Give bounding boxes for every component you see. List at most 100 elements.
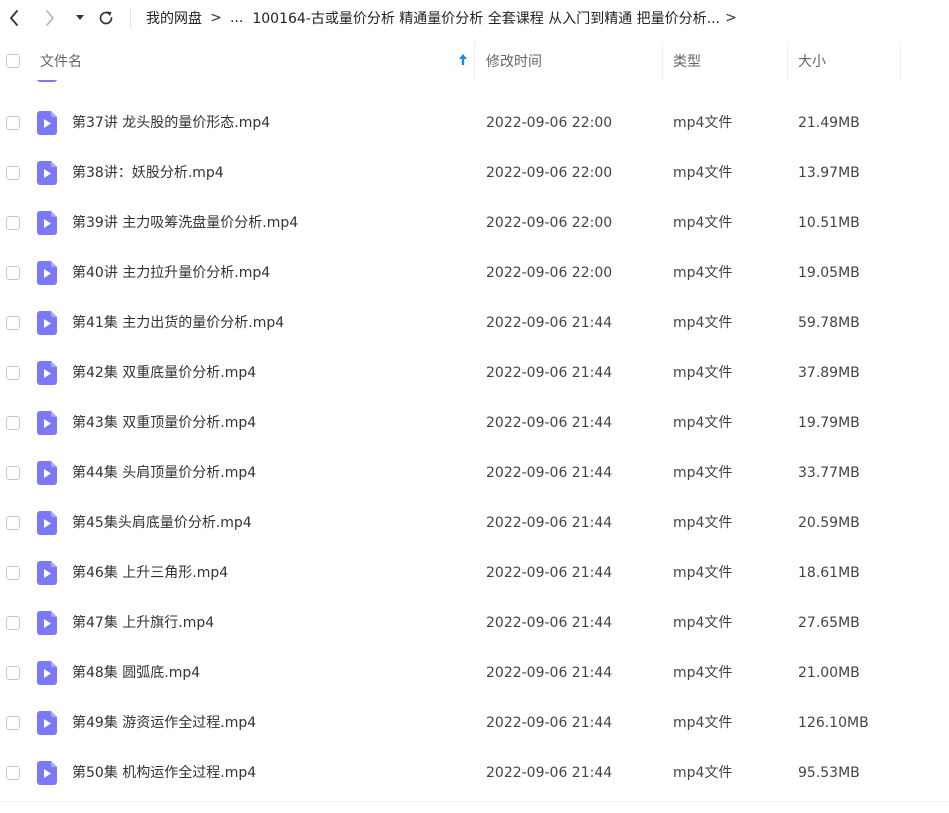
column-header-name[interactable]: 文件名 — [30, 42, 475, 80]
row-checkbox[interactable] — [6, 766, 20, 780]
table-row[interactable]: 第46集 上升三角形.mp4 2022-09-06 21:44 mp4文件 18.61… — [0, 548, 949, 598]
table-row[interactable]: 第43集 双重顶量价分析.mp4 2022-09-06 21:44 mp4文件 19.… — [0, 398, 949, 448]
column-header-size[interactable]: 大小 — [788, 42, 901, 80]
file-size: 126.10MB — [798, 715, 869, 731]
table-row[interactable]: 第50集 机构运作全过程.mp4 2022-09-06 21:44 mp4文件 95.… — [0, 748, 949, 798]
video-file-icon — [37, 211, 57, 235]
row-checkbox[interactable] — [6, 366, 20, 380]
column-header-size-label: 大小 — [798, 54, 826, 70]
breadcrumb-current-folder[interactable]: 100164-古或量价分析 精通量价分析 全套课程 从入门到精通 把量价分析..… — [252, 8, 720, 28]
file-name[interactable]: 第38讲：妖股分析.mp4 — [72, 148, 224, 198]
column-header-type-label: 类型 — [673, 54, 701, 70]
file-size: 10.51MB — [798, 215, 860, 231]
file-type: mp4文件 — [673, 415, 733, 431]
row-checkbox[interactable] — [6, 216, 20, 230]
row-checkbox[interactable] — [6, 166, 20, 180]
row-checkbox[interactable] — [6, 666, 20, 680]
file-size: 27.65MB — [798, 615, 860, 631]
table-row[interactable]: 第40讲 主力拉升量价分析.mp4 2022-09-06 22:00 mp4文件 19… — [0, 248, 949, 298]
column-header-type[interactable]: 类型 — [663, 42, 788, 80]
video-file-icon — [37, 411, 57, 435]
file-type: mp4文件 — [673, 115, 733, 131]
breadcrumb-trailing-separator[interactable]: > — [720, 10, 742, 26]
video-file-icon — [37, 161, 57, 185]
file-name[interactable]: 第41集 主力出货的量价分析.mp4 — [72, 298, 284, 348]
table-row[interactable]: 第39讲 主力吸筹洗盘量价分析.mp4 2022-09-06 22:00 mp4文件… — [0, 198, 949, 248]
breadcrumb: 我的网盘 > ... 100164-古或量价分析 精通量价分析 全套课程 从入门… — [146, 0, 742, 36]
file-size: 19.05MB — [798, 265, 860, 281]
file-type: mp4文件 — [673, 715, 733, 731]
partial-table-row[interactable] — [0, 80, 949, 84]
breadcrumb-ellipsis[interactable]: ... — [230, 10, 243, 26]
row-checkbox[interactable] — [6, 516, 20, 530]
column-header-modified-label: 修改时间 — [486, 54, 542, 70]
file-type: mp4文件 — [673, 265, 733, 281]
file-name[interactable]: 第47集 上升旗行.mp4 — [72, 598, 214, 648]
table-row[interactable]: 第45集头肩底量价分析.mp4 2022-09-06 21:44 mp4文件 20.5… — [0, 498, 949, 548]
file-name[interactable]: 第40讲 主力拉升量价分析.mp4 — [72, 248, 270, 298]
file-modified-time: 2022-09-06 21:44 — [486, 715, 613, 731]
row-checkbox[interactable] — [6, 716, 20, 730]
row-checkbox[interactable] — [6, 316, 20, 330]
file-name[interactable]: 第37讲 龙头股的量价形态.mp4 — [72, 98, 270, 148]
nav-divider — [130, 8, 131, 28]
file-name[interactable]: 第50集 机构运作全过程.mp4 — [72, 748, 256, 798]
column-header-modified[interactable]: 修改时间 — [475, 42, 663, 80]
video-file-icon — [37, 611, 57, 635]
file-type: mp4文件 — [673, 165, 733, 181]
file-name[interactable]: 第39讲 主力吸筹洗盘量价分析.mp4 — [72, 198, 298, 248]
file-type: mp4文件 — [673, 515, 733, 531]
video-file-icon — [37, 311, 57, 335]
file-name[interactable]: 第45集头肩底量价分析.mp4 — [72, 498, 252, 548]
file-name[interactable]: 第48集 圆弧底.mp4 — [72, 648, 200, 698]
file-modified-time: 2022-09-06 22:00 — [486, 215, 613, 231]
refresh-icon — [99, 11, 113, 25]
file-name[interactable]: 第44集 头肩顶量价分析.mp4 — [72, 448, 256, 498]
file-type: mp4文件 — [673, 315, 733, 331]
table-row[interactable]: 第49集 游资运作全过程.mp4 2022-09-06 21:44 mp4文件 126… — [0, 698, 949, 748]
table-row[interactable]: 第47集 上升旗行.mp4 2022-09-06 21:44 mp4文件 27.65M… — [0, 598, 949, 648]
row-checkbox[interactable] — [6, 416, 20, 430]
file-modified-time: 2022-09-06 21:44 — [486, 565, 613, 581]
file-modified-time: 2022-09-06 21:44 — [486, 765, 613, 781]
row-checkbox[interactable] — [6, 566, 20, 580]
file-size: 21.00MB — [798, 665, 860, 681]
forward-button[interactable] — [38, 0, 62, 36]
file-size: 59.78MB — [798, 315, 860, 331]
caret-down-icon — [76, 15, 84, 20]
history-dropdown-button[interactable] — [70, 0, 90, 36]
file-name[interactable]: 第42集 双重底量价分析.mp4 — [72, 348, 256, 398]
breadcrumb-root[interactable]: 我的网盘 — [146, 8, 202, 28]
file-modified-time: 2022-09-06 21:44 — [486, 615, 613, 631]
file-modified-time: 2022-09-06 22:00 — [486, 265, 613, 281]
table-row[interactable]: 第48集 圆弧底.mp4 2022-09-06 21:44 mp4文件 21.00MB — [0, 648, 949, 698]
video-file-icon — [37, 661, 57, 685]
file-size: 20.59MB — [798, 515, 860, 531]
file-size: 19.79MB — [798, 415, 860, 431]
file-modified-time: 2022-09-06 22:00 — [486, 115, 613, 131]
file-type: mp4文件 — [673, 465, 733, 481]
video-file-icon — [37, 561, 57, 585]
back-button[interactable] — [2, 0, 26, 36]
file-modified-time: 2022-09-06 21:44 — [486, 365, 613, 381]
row-checkbox[interactable] — [6, 266, 20, 280]
table-row[interactable]: 第37讲 龙头股的量价形态.mp4 2022-09-06 22:00 mp4文件 21… — [0, 98, 949, 148]
video-file-icon — [37, 111, 57, 135]
table-row[interactable]: 第42集 双重底量价分析.mp4 2022-09-06 21:44 mp4文件 37.… — [0, 348, 949, 398]
file-name[interactable]: 第46集 上升三角形.mp4 — [72, 548, 228, 598]
row-checkbox[interactable] — [6, 466, 20, 480]
table-row[interactable]: 第38讲：妖股分析.mp4 2022-09-06 22:00 mp4文件 13.97M… — [0, 148, 949, 198]
video-file-icon — [37, 361, 57, 385]
file-name[interactable]: 第43集 双重顶量价分析.mp4 — [72, 398, 256, 448]
refresh-button[interactable] — [94, 0, 118, 36]
breadcrumb-separator: > — [210, 10, 222, 26]
file-name[interactable]: 第49集 游资运作全过程.mp4 — [72, 698, 256, 748]
video-file-icon — [37, 761, 57, 785]
row-checkbox[interactable] — [6, 616, 20, 630]
file-size: 21.49MB — [798, 115, 860, 131]
table-row[interactable]: 第41集 主力出货的量价分析.mp4 2022-09-06 21:44 mp4文件 5… — [0, 298, 949, 348]
table-row[interactable]: 第44集 头肩顶量价分析.mp4 2022-09-06 21:44 mp4文件 33.… — [0, 448, 949, 498]
select-all-checkbox[interactable] — [6, 54, 20, 68]
row-checkbox[interactable] — [6, 116, 20, 130]
file-size: 95.53MB — [798, 765, 860, 781]
